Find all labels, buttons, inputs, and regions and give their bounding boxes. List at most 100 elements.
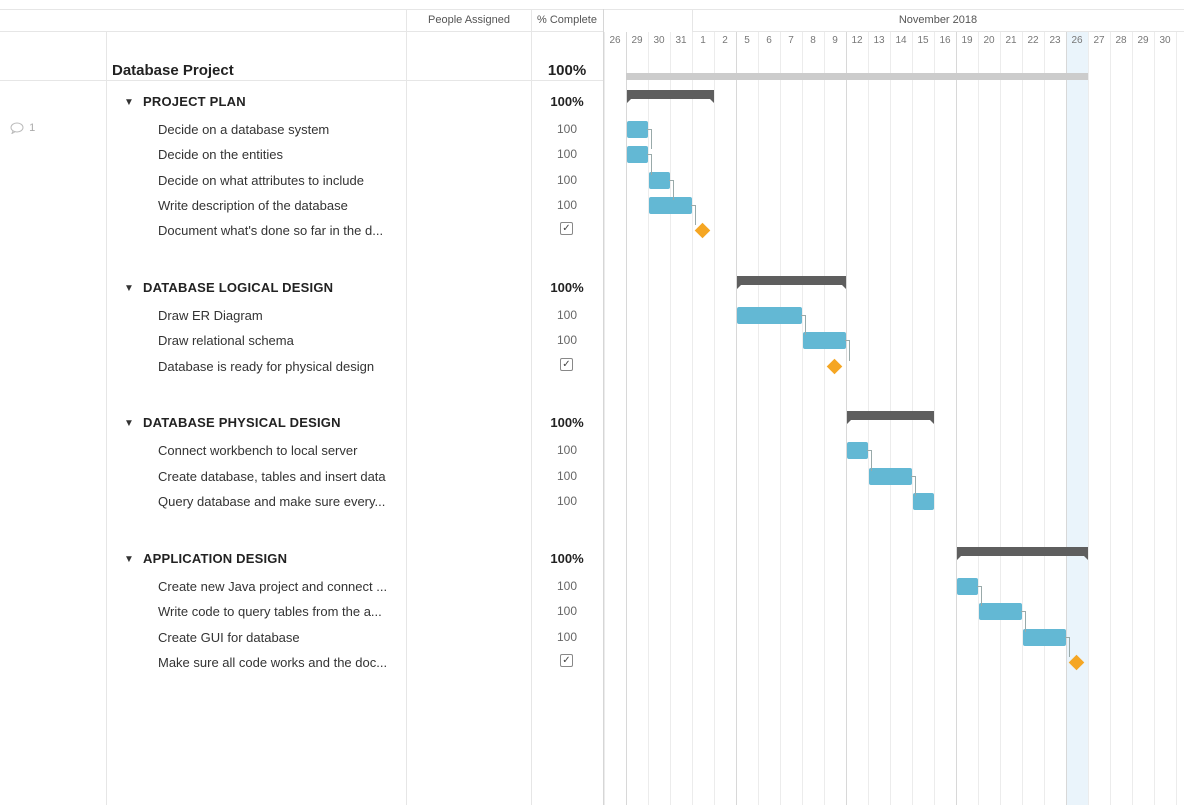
day-gridline: [714, 32, 715, 805]
task-name[interactable]: Make sure all code works and the doc...: [158, 655, 387, 670]
milestone-diamond[interactable]: [694, 222, 711, 239]
dependency-line: [1021, 611, 1026, 632]
task-name[interactable]: Document what's done so far in the d...: [158, 223, 383, 238]
task-pct: 100: [556, 494, 578, 508]
day-gridline: [1176, 32, 1177, 805]
day-gridline: [692, 32, 693, 805]
column-header-people-assigned[interactable]: People Assigned: [407, 14, 531, 26]
task-pct: 100: [556, 604, 578, 618]
task-name[interactable]: Create GUI for database: [158, 630, 300, 645]
task-name[interactable]: Create database, tables and insert data: [158, 469, 386, 484]
day-label: 31: [675, 35, 687, 46]
day-label: 28: [1115, 35, 1127, 46]
dependency-line: [867, 450, 872, 471]
group-summary-bar[interactable]: [957, 547, 1088, 560]
task-name[interactable]: Decide on the entities: [158, 147, 283, 162]
collapse-caret[interactable]: ▼: [124, 97, 134, 108]
task-bar[interactable]: [627, 121, 648, 138]
collapse-caret[interactable]: ▼: [124, 554, 134, 565]
day-label: 30: [653, 35, 665, 46]
dependency-line: [647, 154, 652, 175]
day-label: 6: [766, 35, 772, 46]
milestone-diamond[interactable]: [826, 358, 843, 375]
comment-icon: [10, 122, 27, 137]
collapse-caret[interactable]: ▼: [124, 418, 134, 429]
task-bar[interactable]: [869, 468, 912, 485]
task-pct: 100: [556, 173, 578, 187]
group-name[interactable]: APPLICATION DESIGN: [143, 551, 287, 566]
task-pct: 100: [556, 308, 578, 322]
group-name[interactable]: PROJECT PLAN: [143, 94, 246, 109]
task-bar[interactable]: [979, 603, 1022, 620]
header-bottom-border: [0, 31, 603, 32]
day-label: 13: [873, 35, 885, 46]
group-pct: 100%: [550, 415, 584, 430]
task-name[interactable]: Write code to query tables from the a...: [158, 604, 382, 619]
task-name[interactable]: Draw relational schema: [158, 333, 294, 348]
group-summary-bar[interactable]: [847, 411, 934, 424]
day-label: 14: [895, 35, 907, 46]
task-name[interactable]: Create new Java project and connect ...: [158, 579, 387, 594]
task-name[interactable]: Draw ER Diagram: [158, 308, 263, 323]
task-bar[interactable]: [913, 493, 934, 510]
task-pct: 100: [556, 147, 578, 161]
task-pct: 100: [556, 469, 578, 483]
task-name[interactable]: Query database and make sure every...: [158, 494, 385, 509]
day-label: 26: [1071, 35, 1083, 46]
dependency-line: [669, 180, 674, 200]
dependency-line: [647, 129, 652, 149]
day-label: 23: [1049, 35, 1061, 46]
day-label: 29: [631, 35, 643, 46]
task-pct: 100: [556, 198, 578, 212]
day-gridline: [604, 32, 605, 805]
task-bar[interactable]: [627, 146, 648, 163]
column-divider: [106, 31, 107, 805]
task-name[interactable]: Connect workbench to local server: [158, 443, 357, 458]
task-name[interactable]: Write description of the database: [158, 198, 348, 213]
day-label: 8: [810, 35, 816, 46]
milestone-checkbox[interactable]: ✓: [560, 654, 573, 667]
task-pct: 100: [556, 630, 578, 644]
dependency-line: [977, 586, 982, 606]
day-label: 9: [832, 35, 838, 46]
column-header-pct-complete[interactable]: % Complete: [531, 14, 603, 26]
task-name[interactable]: Decide on what attributes to include: [158, 173, 364, 188]
group-summary-bar[interactable]: [737, 276, 846, 289]
group-pct: 100%: [550, 94, 584, 109]
task-name[interactable]: Decide on a database system: [158, 122, 329, 137]
comment-indicator[interactable]: 1: [10, 122, 35, 137]
day-gridline: [824, 32, 825, 805]
group-pct: 100%: [550, 280, 584, 295]
task-bar[interactable]: [957, 578, 978, 595]
day-label: 30: [1159, 35, 1171, 46]
day-label: 26: [609, 35, 621, 46]
task-pct: 100: [556, 122, 578, 136]
day-gridline: [802, 32, 803, 805]
collapse-caret[interactable]: ▼: [124, 283, 134, 294]
day-label: 7: [788, 35, 794, 46]
project-name[interactable]: Database Project: [112, 62, 234, 79]
day-label: 22: [1027, 35, 1039, 46]
day-gridline: [1044, 32, 1045, 805]
group-name[interactable]: DATABASE LOGICAL DESIGN: [143, 280, 333, 295]
task-bar[interactable]: [737, 307, 802, 324]
task-name[interactable]: Database is ready for physical design: [158, 359, 374, 374]
milestone-checkbox[interactable]: ✓: [560, 358, 573, 371]
project-summary-bar[interactable]: [626, 73, 1088, 80]
task-bar[interactable]: [847, 442, 868, 459]
milestone-checkbox[interactable]: ✓: [560, 222, 573, 235]
task-bar[interactable]: [1023, 629, 1066, 646]
group-summary-bar[interactable]: [627, 90, 714, 103]
project-row-border: [0, 80, 603, 81]
day-gridline: [1132, 32, 1133, 805]
project-pct: 100%: [547, 62, 587, 79]
comment-count: 1: [29, 122, 36, 134]
dependency-line: [801, 315, 806, 335]
day-label: 2: [722, 35, 728, 46]
task-bar[interactable]: [803, 332, 846, 349]
day-gridline: [934, 32, 935, 805]
task-pct: 100: [556, 443, 578, 457]
day-gridline: [1154, 32, 1155, 805]
task-bar[interactable]: [649, 172, 670, 189]
group-name[interactable]: DATABASE PHYSICAL DESIGN: [143, 415, 341, 430]
